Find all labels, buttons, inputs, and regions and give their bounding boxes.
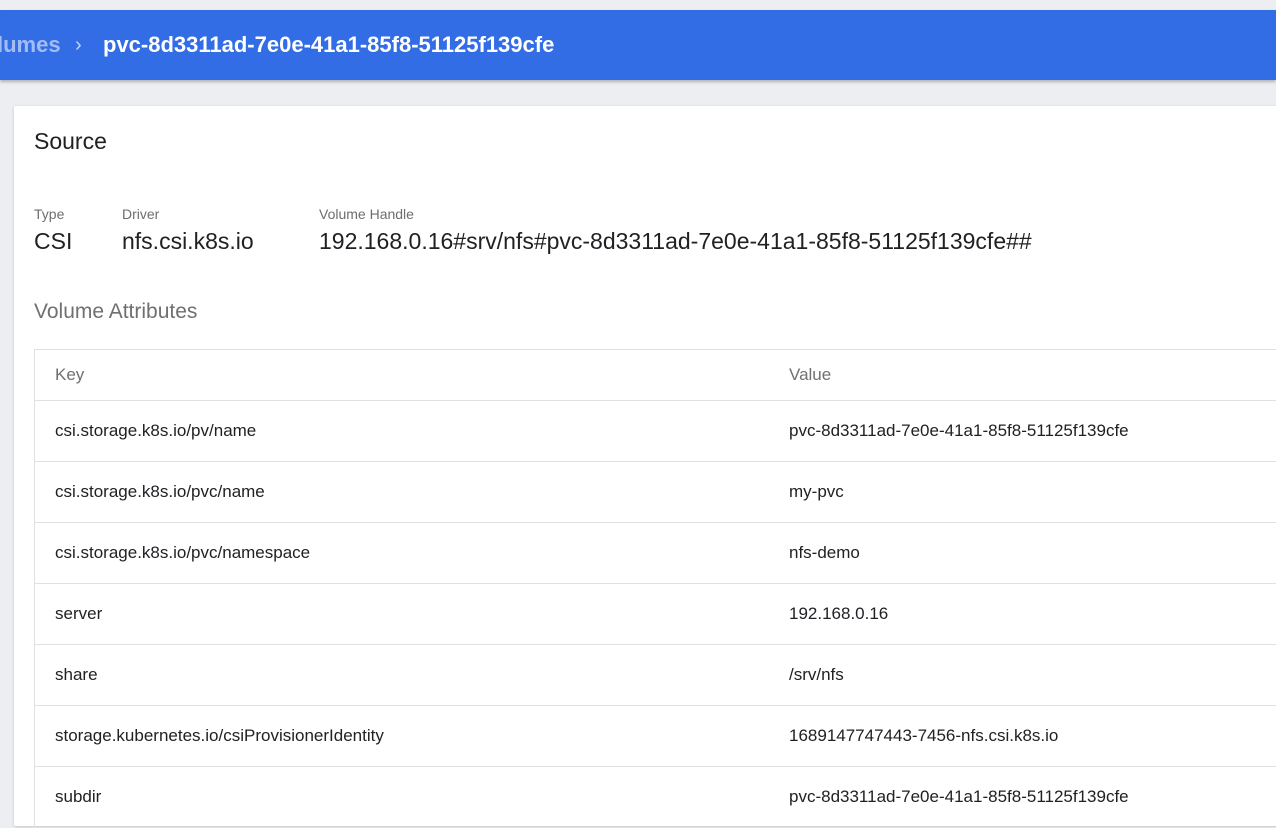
table-row: subdir pvc-8d3311ad-7e0e-41a1-85f8-51125… xyxy=(35,767,1276,828)
volume-attributes-table: Key Value csi.storage.k8s.io/pv/name pvc… xyxy=(34,349,1276,828)
source-card: Source Type CSI Driver nfs.csi.k8s.io Vo… xyxy=(14,106,1276,828)
volume-handle-label: Volume Handle xyxy=(319,206,414,222)
row-key: csi.storage.k8s.io/pv/name xyxy=(55,421,257,440)
volume-attributes-title: Volume Attributes xyxy=(34,300,198,323)
row-value: pvc-8d3311ad-7e0e-41a1-85f8-51125f139cfe xyxy=(789,421,1129,440)
table-row: server 192.168.0.16 xyxy=(35,584,1276,645)
row-value: pvc-8d3311ad-7e0e-41a1-85f8-51125f139cfe xyxy=(789,787,1129,806)
row-key: csi.storage.k8s.io/pvc/namespace xyxy=(55,543,311,562)
table-header-row: Key Value xyxy=(35,350,1276,401)
row-key: storage.kubernetes.io/csiProvisionerIden… xyxy=(55,726,384,745)
driver-field: Driver nfs.csi.k8s.io xyxy=(122,204,254,255)
chevron-right-icon: › xyxy=(75,34,82,56)
card-title: Source xyxy=(34,128,107,154)
volume-handle-field: Volume Handle 192.168.0.16#srv/nfs#pvc-8… xyxy=(319,204,1032,255)
row-value: 1689147747443-7456-nfs.csi.k8s.io xyxy=(789,726,1059,745)
table-row: csi.storage.k8s.io/pv/name pvc-8d3311ad-… xyxy=(35,401,1276,462)
row-key: csi.storage.k8s.io/pvc/name xyxy=(55,482,265,501)
row-value: my-pvc xyxy=(789,482,844,501)
key-column-header: Key xyxy=(55,365,85,384)
table-row: csi.storage.k8s.io/pvc/namespace nfs-dem… xyxy=(35,523,1276,584)
row-key: server xyxy=(55,604,103,623)
row-value: 192.168.0.16 xyxy=(789,604,889,623)
value-column-header: Value xyxy=(789,365,832,384)
volume-handle-value: 192.168.0.16#srv/nfs#pvc-8d3311ad-7e0e-4… xyxy=(319,228,1032,254)
row-value: /srv/nfs xyxy=(789,665,844,684)
type-field: Type CSI xyxy=(34,204,72,255)
breadcrumb-parent-link[interactable]: lumes xyxy=(0,10,61,80)
type-label: Type xyxy=(34,206,65,222)
row-key: subdir xyxy=(55,787,102,806)
type-value: CSI xyxy=(34,228,73,254)
row-value: nfs-demo xyxy=(789,543,860,562)
driver-label: Driver xyxy=(122,206,160,222)
top-toolbar: lumes › pvc-8d3311ad-7e0e-41a1-85f8-5112… xyxy=(0,10,1276,80)
table-row: share /srv/nfs xyxy=(35,645,1276,706)
table-row: storage.kubernetes.io/csiProvisionerIden… xyxy=(35,706,1276,767)
table-row: csi.storage.k8s.io/pvc/name my-pvc xyxy=(35,462,1276,523)
driver-value: nfs.csi.k8s.io xyxy=(122,228,254,254)
breadcrumb-current: pvc-8d3311ad-7e0e-41a1-85f8-51125f139cfe xyxy=(103,32,555,57)
row-key: share xyxy=(55,665,98,684)
